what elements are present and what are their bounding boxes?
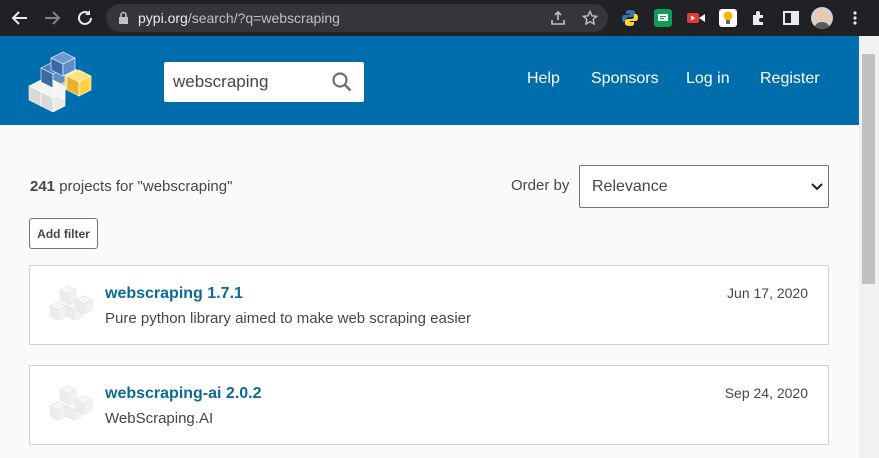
package-card[interactable]: webscraping 1.7.1 Pure python library ai… xyxy=(29,265,829,345)
nav-register[interactable]: Register xyxy=(760,70,820,88)
extensions-puzzle-icon[interactable] xyxy=(750,9,768,27)
back-button[interactable] xyxy=(10,8,30,28)
order-by-value: Relevance xyxy=(592,178,668,195)
site-header: Help Sponsors Log in Register xyxy=(0,36,859,125)
search-form xyxy=(164,62,364,102)
search-button[interactable] xyxy=(330,70,354,94)
order-by-select[interactable]: Relevance xyxy=(579,165,829,208)
chat-extension-icon[interactable] xyxy=(654,9,672,27)
package-name[interactable]: webscraping-ai 2.0.2 xyxy=(105,385,262,403)
profile-avatar[interactable] xyxy=(811,7,833,29)
result-count: 241 projects for "webscraping" xyxy=(30,178,233,195)
package-cubes-icon xyxy=(49,285,93,321)
side-panel-icon[interactable] xyxy=(782,9,800,27)
url-text: pypi.org/search/?q=webscraping xyxy=(138,10,340,26)
reload-button[interactable] xyxy=(75,8,95,28)
add-filter-button[interactable]: Add filter xyxy=(29,218,98,249)
nav-sponsors[interactable]: Sponsors xyxy=(591,70,659,88)
bookmark-star-icon[interactable] xyxy=(582,10,598,26)
arrow-left-icon xyxy=(11,11,27,25)
search-input[interactable] xyxy=(164,62,324,102)
package-card[interactable]: webscraping-ai 2.0.2 WebScraping.AI Sep … xyxy=(29,365,829,445)
package-description: Pure python library aimed to make web sc… xyxy=(105,310,472,327)
pypi-logo[interactable] xyxy=(27,50,97,113)
bulb-extension-icon[interactable] xyxy=(719,9,737,27)
package-name[interactable]: webscraping 1.7.1 xyxy=(105,285,243,303)
chevron-down-icon xyxy=(811,183,823,191)
order-by-label: Order by xyxy=(511,177,570,194)
package-date: Jun 17, 2020 xyxy=(727,285,808,301)
address-bar[interactable]: pypi.org/search/?q=webscraping xyxy=(106,4,608,32)
package-description: WebScraping.AI xyxy=(105,410,214,427)
package-cubes-icon xyxy=(49,385,93,421)
nav-help[interactable]: Help xyxy=(527,70,560,88)
lock-icon xyxy=(119,11,128,24)
python-extension-icon[interactable] xyxy=(621,9,639,27)
share-icon[interactable] xyxy=(550,10,566,26)
arrow-right-icon xyxy=(45,11,61,25)
nav-login[interactable]: Log in xyxy=(686,70,730,88)
package-date: Sep 24, 2020 xyxy=(724,385,808,401)
video-extension-icon[interactable] xyxy=(686,9,705,27)
page-scrollbar[interactable] xyxy=(859,36,879,458)
forward-button[interactable] xyxy=(42,8,62,28)
scrollbar-thumb[interactable] xyxy=(862,54,875,284)
browser-toolbar: pypi.org/search/?q=webscraping xyxy=(0,0,879,36)
pypi-logo-icon xyxy=(28,51,92,113)
search-icon xyxy=(332,72,352,92)
reload-icon xyxy=(78,10,92,25)
more-menu-icon[interactable] xyxy=(846,9,864,27)
